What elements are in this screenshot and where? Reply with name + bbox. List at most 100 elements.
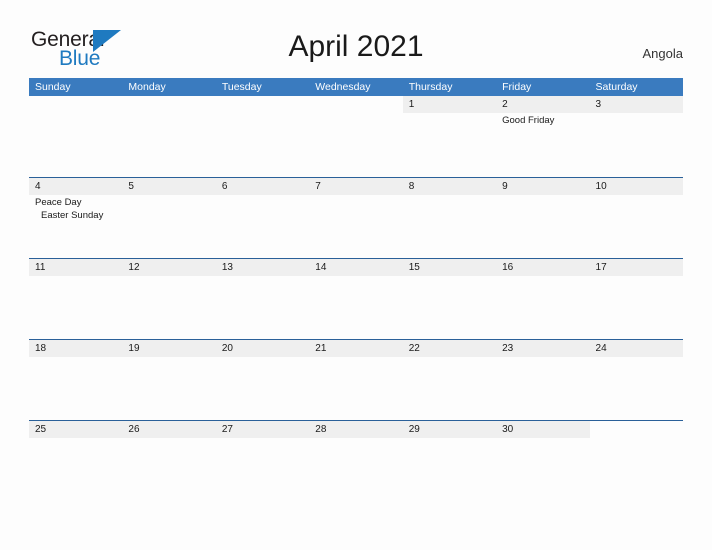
day-cell-13[interactable]: 13 — [215, 259, 310, 339]
page-header: General Blue April 2021 Angola — [0, 0, 712, 76]
day-cell-10[interactable]: 10 — [589, 178, 683, 258]
calendar-weeks: 1 2 Good Friday 3 4 Peace Day Easter Sunday 5 6 7… — [29, 96, 683, 501]
day-number: 8 — [408, 181, 415, 192]
day-cell-22[interactable]: 22 — [402, 340, 497, 420]
day-number: 13 — [221, 262, 233, 273]
day-cell-28[interactable]: 28 — [309, 421, 403, 501]
day-number: 2 — [502, 99, 508, 110]
day-cell-empty — [29, 96, 123, 176]
day-cell-12[interactable]: 12 — [122, 259, 216, 339]
day-number: 12 — [128, 262, 140, 273]
calendar-grid: Sunday Monday Tuesday Wednesday Thursday Frid… — [29, 78, 683, 501]
day-number: 28 — [315, 424, 327, 435]
date-band — [216, 96, 309, 113]
day-number: 10 — [595, 181, 607, 192]
day-cell-empty — [309, 96, 403, 176]
weekday-header-saturday: Saturday — [595, 81, 638, 93]
country-label: Angola — [642, 46, 683, 61]
day-cell-30[interactable]: 30 — [496, 421, 590, 501]
day-number: 16 — [502, 262, 514, 273]
calendar-week-row: 11 12 13 14 15 16 17 — [29, 258, 683, 339]
day-cell-27[interactable]: 27 — [215, 421, 310, 501]
date-band — [309, 178, 403, 195]
day-cell-3[interactable]: 3 — [589, 96, 683, 176]
date-band — [590, 421, 683, 438]
event-label: Peace Day — [35, 197, 82, 208]
day-events: Peace Day Easter Sunday — [29, 196, 122, 222]
day-number: 15 — [408, 262, 420, 273]
day-number: 29 — [408, 424, 420, 435]
day-cell-20[interactable]: 20 — [215, 340, 310, 420]
weekday-header-thursday: Thursday — [408, 81, 453, 93]
date-band — [402, 178, 497, 195]
day-cell-24[interactable]: 24 — [589, 340, 683, 420]
day-cell-1[interactable]: 1 — [402, 96, 497, 176]
day-cell-18[interactable]: 18 — [29, 340, 123, 420]
date-band — [122, 96, 215, 113]
calendar-page: General Blue April 2021 Angola Sunday Mon… — [0, 0, 712, 550]
day-number: 30 — [502, 424, 514, 435]
day-cell-15[interactable]: 15 — [402, 259, 497, 339]
day-cell-16[interactable]: 16 — [496, 259, 590, 339]
day-number: 25 — [35, 424, 47, 435]
weekday-header-wednesday: Wednesday — [315, 81, 371, 93]
day-number: 24 — [595, 343, 607, 354]
day-events: Good Friday — [496, 114, 589, 127]
day-number: 5 — [128, 181, 134, 192]
weekday-header-tuesday: Tuesday — [221, 81, 262, 93]
date-band — [402, 96, 497, 113]
event-label: Easter Sunday — [41, 210, 104, 221]
date-band — [496, 178, 590, 195]
day-cell-8[interactable]: 8 — [402, 178, 497, 258]
calendar-week-row: 1 2 Good Friday 3 — [29, 96, 683, 177]
day-number: 26 — [128, 424, 140, 435]
day-cell-4[interactable]: 4 Peace Day Easter Sunday — [29, 178, 123, 258]
day-number: 1 — [408, 99, 415, 110]
day-number: 6 — [221, 181, 228, 192]
day-cell-14[interactable]: 14 — [309, 259, 403, 339]
day-number: 11 — [35, 262, 46, 273]
day-cell-19[interactable]: 19 — [122, 340, 216, 420]
day-number: 20 — [221, 343, 233, 354]
day-number: 4 — [35, 181, 41, 192]
weekday-header-sunday: Sunday — [35, 81, 71, 93]
day-cell-7[interactable]: 7 — [309, 178, 403, 258]
day-cell-26[interactable]: 26 — [122, 421, 216, 501]
date-band — [496, 96, 590, 113]
date-band — [589, 96, 683, 113]
day-number: 21 — [315, 343, 327, 354]
calendar-week-row: 4 Peace Day Easter Sunday 5 6 7 8 9 10 — [29, 177, 683, 258]
day-number: 18 — [35, 343, 47, 354]
day-cell-9[interactable]: 9 — [496, 178, 590, 258]
day-cell-25[interactable]: 25 — [29, 421, 123, 501]
event-label: Good Friday — [502, 115, 555, 126]
day-number: 14 — [315, 262, 327, 273]
day-cell-empty — [589, 421, 683, 501]
day-number: 27 — [221, 424, 233, 435]
day-cell-5[interactable]: 5 — [122, 178, 216, 258]
calendar-week-row: 18 19 20 21 22 23 24 — [29, 339, 683, 420]
calendar-week-row: 25 26 27 28 29 30 — [29, 420, 683, 501]
day-number: 7 — [315, 181, 321, 192]
day-cell-11[interactable]: 11 — [29, 259, 123, 339]
day-cell-21[interactable]: 21 — [309, 340, 403, 420]
date-band — [215, 178, 310, 195]
day-cell-6[interactable]: 6 — [215, 178, 310, 258]
date-band — [122, 178, 216, 195]
day-number: 3 — [595, 99, 602, 110]
weekday-header-row: Sunday Monday Tuesday Wednesday Thursday Frid… — [29, 78, 683, 96]
day-cell-29[interactable]: 29 — [402, 421, 497, 501]
page-title: April 2021 — [288, 30, 424, 63]
day-number: 23 — [502, 343, 514, 354]
weekday-header-friday: Friday — [502, 81, 532, 93]
day-cell-empty — [122, 96, 216, 176]
date-band — [29, 178, 123, 195]
day-number: 22 — [408, 343, 420, 354]
day-number: 19 — [128, 343, 140, 354]
day-cell-23[interactable]: 23 — [496, 340, 590, 420]
date-band — [309, 96, 402, 113]
day-cell-17[interactable]: 17 — [589, 259, 683, 339]
day-cell-2[interactable]: 2 Good Friday — [496, 96, 590, 176]
day-number: 17 — [595, 262, 607, 273]
weekday-header-monday: Monday — [128, 81, 166, 93]
